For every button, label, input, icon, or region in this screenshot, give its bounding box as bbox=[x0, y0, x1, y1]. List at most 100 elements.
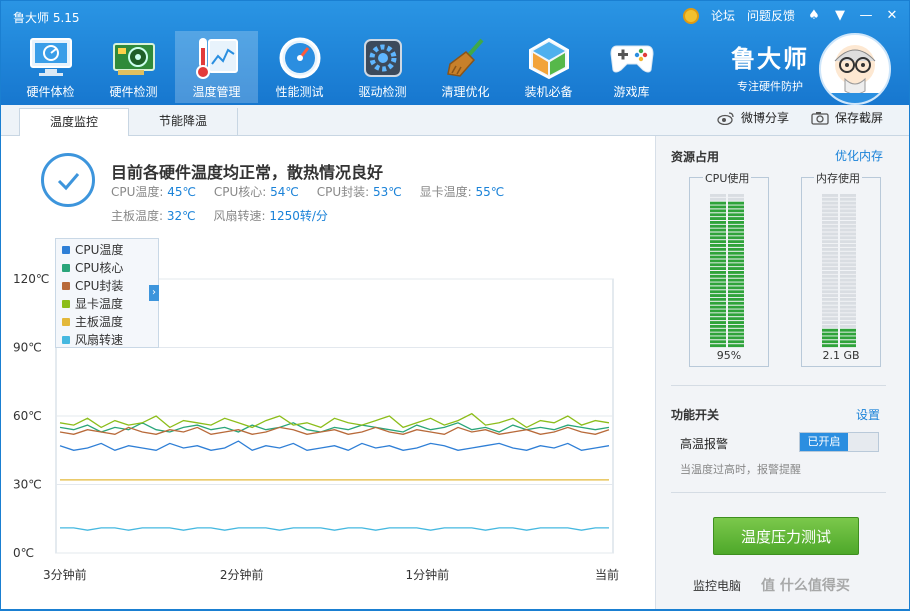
watermark-logo: 值 什么值得买 bbox=[761, 578, 850, 594]
tab-temperature-monitor[interactable]: 温度监控 bbox=[19, 108, 129, 136]
cpu-usage-bar-segment bbox=[728, 194, 744, 197]
legend-item-gpu-temp[interactable]: 显卡温度 bbox=[56, 295, 158, 313]
nav-driver[interactable]: 驱动检测 bbox=[341, 31, 424, 103]
memory-usage-bar-segment bbox=[840, 217, 856, 220]
settings-link[interactable]: 设置 bbox=[856, 406, 880, 423]
broom-icon bbox=[443, 35, 489, 81]
cpu-usage-bar-segment bbox=[710, 271, 726, 274]
cpu-usage-bar-segment bbox=[728, 224, 744, 228]
graphics-card-icon bbox=[111, 35, 157, 81]
menu-icon[interactable]: ▼ bbox=[833, 8, 847, 23]
memory-usage-bar-segment bbox=[822, 247, 838, 251]
legend-swatch bbox=[62, 318, 70, 326]
minimize-icon[interactable]: — bbox=[859, 8, 873, 23]
cpu-usage-bar-segment bbox=[728, 340, 744, 344]
legend-label: CPU核心 bbox=[75, 261, 124, 275]
status-ok-icon bbox=[41, 153, 95, 207]
cpu-core-label: CPU核心: bbox=[213, 185, 267, 199]
nav-performance[interactable]: 性能测试 bbox=[258, 31, 341, 103]
title-bar-controls: 论坛 问题反馈 ♠ ▼ — ✕ bbox=[682, 7, 899, 24]
cpu-usage-bar-segment bbox=[710, 294, 726, 297]
legend-swatch bbox=[62, 336, 70, 344]
legend-item-board-temp[interactable]: 主板温度 bbox=[56, 313, 158, 331]
memory-usage-bar-segment bbox=[822, 271, 838, 274]
cpu-usage-bar-segment bbox=[728, 301, 744, 305]
cpu-usage-bar-segment bbox=[728, 209, 744, 213]
save-screenshot-button[interactable]: 保存截屏 bbox=[811, 109, 883, 126]
legend-item-cpu-package[interactable]: CPU封装 bbox=[56, 277, 158, 295]
cpu-usage-bar-segment bbox=[728, 217, 744, 220]
high-temp-alarm-toggle[interactable]: 已开启 bbox=[799, 432, 879, 452]
nav-label: 硬件体检 bbox=[26, 85, 75, 99]
gamepad-icon bbox=[609, 35, 655, 81]
memory-usage-bar-segment bbox=[822, 197, 838, 201]
tab-energy-saving[interactable]: 节能降温 bbox=[129, 108, 238, 135]
memory-usage-bar-segment bbox=[840, 313, 856, 317]
cpu-usage-label: CPU使用 bbox=[703, 170, 752, 186]
cpu-usage-bar-segment bbox=[728, 201, 744, 205]
cpu-core-value: 54℃ bbox=[270, 185, 299, 199]
forum-link[interactable]: 论坛 bbox=[711, 7, 735, 24]
cpu-usage-bar-segment bbox=[710, 197, 726, 201]
cpu-usage-bar-segment bbox=[710, 194, 726, 197]
cpu-usage-bar-segment bbox=[728, 317, 744, 321]
legend-item-fan-speed[interactable]: 风扇转速 bbox=[56, 331, 158, 349]
temperature-stress-test-button[interactable]: 温度压力测试 bbox=[713, 517, 859, 555]
memory-usage-bar-segment bbox=[822, 286, 838, 290]
nav-temperature[interactable]: 温度管理 bbox=[175, 31, 258, 103]
cpu-usage-bar-segment bbox=[728, 313, 744, 317]
mascot-avatar[interactable] bbox=[819, 33, 891, 105]
y-tick-label: 0℃ bbox=[13, 546, 34, 560]
memory-usage-bar-segment bbox=[840, 301, 856, 305]
functions-title: 功能开关 bbox=[671, 408, 720, 422]
memory-usage-bar-segment bbox=[840, 263, 856, 267]
cpu-usage-bar-segment bbox=[728, 271, 744, 274]
cpu-usage-bar-segment bbox=[710, 221, 726, 224]
memory-usage-bars bbox=[822, 194, 856, 348]
toggle-on-state: 已开启 bbox=[800, 433, 848, 451]
legend-collapse-icon[interactable]: › bbox=[149, 285, 159, 301]
board-temp-value: 32℃ bbox=[166, 209, 196, 223]
cpu-usage-bar-segment bbox=[710, 340, 726, 344]
cpu-usage-bar-segment bbox=[710, 255, 726, 259]
app-window: 鲁大师 5.15 论坛 问题反馈 ♠ ▼ — ✕ 硬件体检 硬件检测 温度管理 … bbox=[1, 1, 909, 609]
nav-install[interactable]: 装机必备 bbox=[507, 31, 590, 103]
nav-hardware-detect[interactable]: 硬件检测 bbox=[92, 31, 175, 103]
memory-usage-bar-segment bbox=[840, 305, 856, 309]
legend-label: 显卡温度 bbox=[75, 297, 124, 311]
cpu-usage-bar-segment bbox=[728, 205, 744, 209]
tab-bar: 温度监控 节能降温 微博分享 保存截屏 bbox=[1, 105, 909, 136]
cpu-usage-bar-segment bbox=[728, 297, 744, 301]
y-tick-label: 60℃ bbox=[13, 409, 42, 423]
nav-clean[interactable]: 清理优化 bbox=[424, 31, 507, 103]
memory-usage-bar-segment bbox=[822, 290, 838, 294]
close-icon[interactable]: ✕ bbox=[885, 8, 899, 23]
memory-usage-bar-segment bbox=[822, 297, 838, 301]
nav-games[interactable]: 游戏库 bbox=[590, 31, 673, 103]
nav-hardware-checkup[interactable]: 硬件体检 bbox=[9, 31, 92, 103]
medal-icon[interactable] bbox=[682, 7, 699, 24]
legend-item-cpu-core[interactable]: CPU核心 bbox=[56, 259, 158, 277]
status-temps-row2: 主板温度: 32℃ 风扇转速: 1250转/分 bbox=[111, 207, 342, 224]
feedback-link[interactable]: 问题反馈 bbox=[747, 7, 795, 24]
cpu-usage-bar-segment bbox=[710, 217, 726, 220]
cpu-usage-bar-segment bbox=[728, 263, 744, 267]
x-tick-label: 2分钟前 bbox=[220, 567, 264, 582]
memory-usage-gauge bbox=[801, 177, 881, 367]
cpu-usage-bar-segment bbox=[710, 251, 726, 255]
weibo-share-button[interactable]: 微博分享 bbox=[717, 109, 789, 126]
cpu-usage-bar-segment bbox=[710, 324, 726, 328]
cpu-usage-bar-segment bbox=[728, 278, 744, 282]
optimize-memory-link[interactable]: 优化内存 bbox=[835, 147, 883, 164]
memory-usage-bar-segment bbox=[840, 278, 856, 282]
cpu-usage-bar-segment bbox=[728, 328, 744, 332]
cpu-usage-bar-segment bbox=[710, 267, 726, 270]
cpu-usage-bar-segment bbox=[728, 197, 744, 201]
legend-item-cpu-temp[interactable]: CPU温度 bbox=[56, 241, 158, 259]
skin-icon[interactable]: ♠ bbox=[807, 8, 821, 23]
cpu-usage-bar-segment bbox=[710, 305, 726, 309]
cpu-usage-bar-segment bbox=[728, 336, 744, 340]
memory-usage-bar-segment bbox=[822, 221, 838, 224]
cpu-usage-bars bbox=[710, 194, 744, 348]
memory-usage-bar-segment bbox=[840, 194, 856, 197]
